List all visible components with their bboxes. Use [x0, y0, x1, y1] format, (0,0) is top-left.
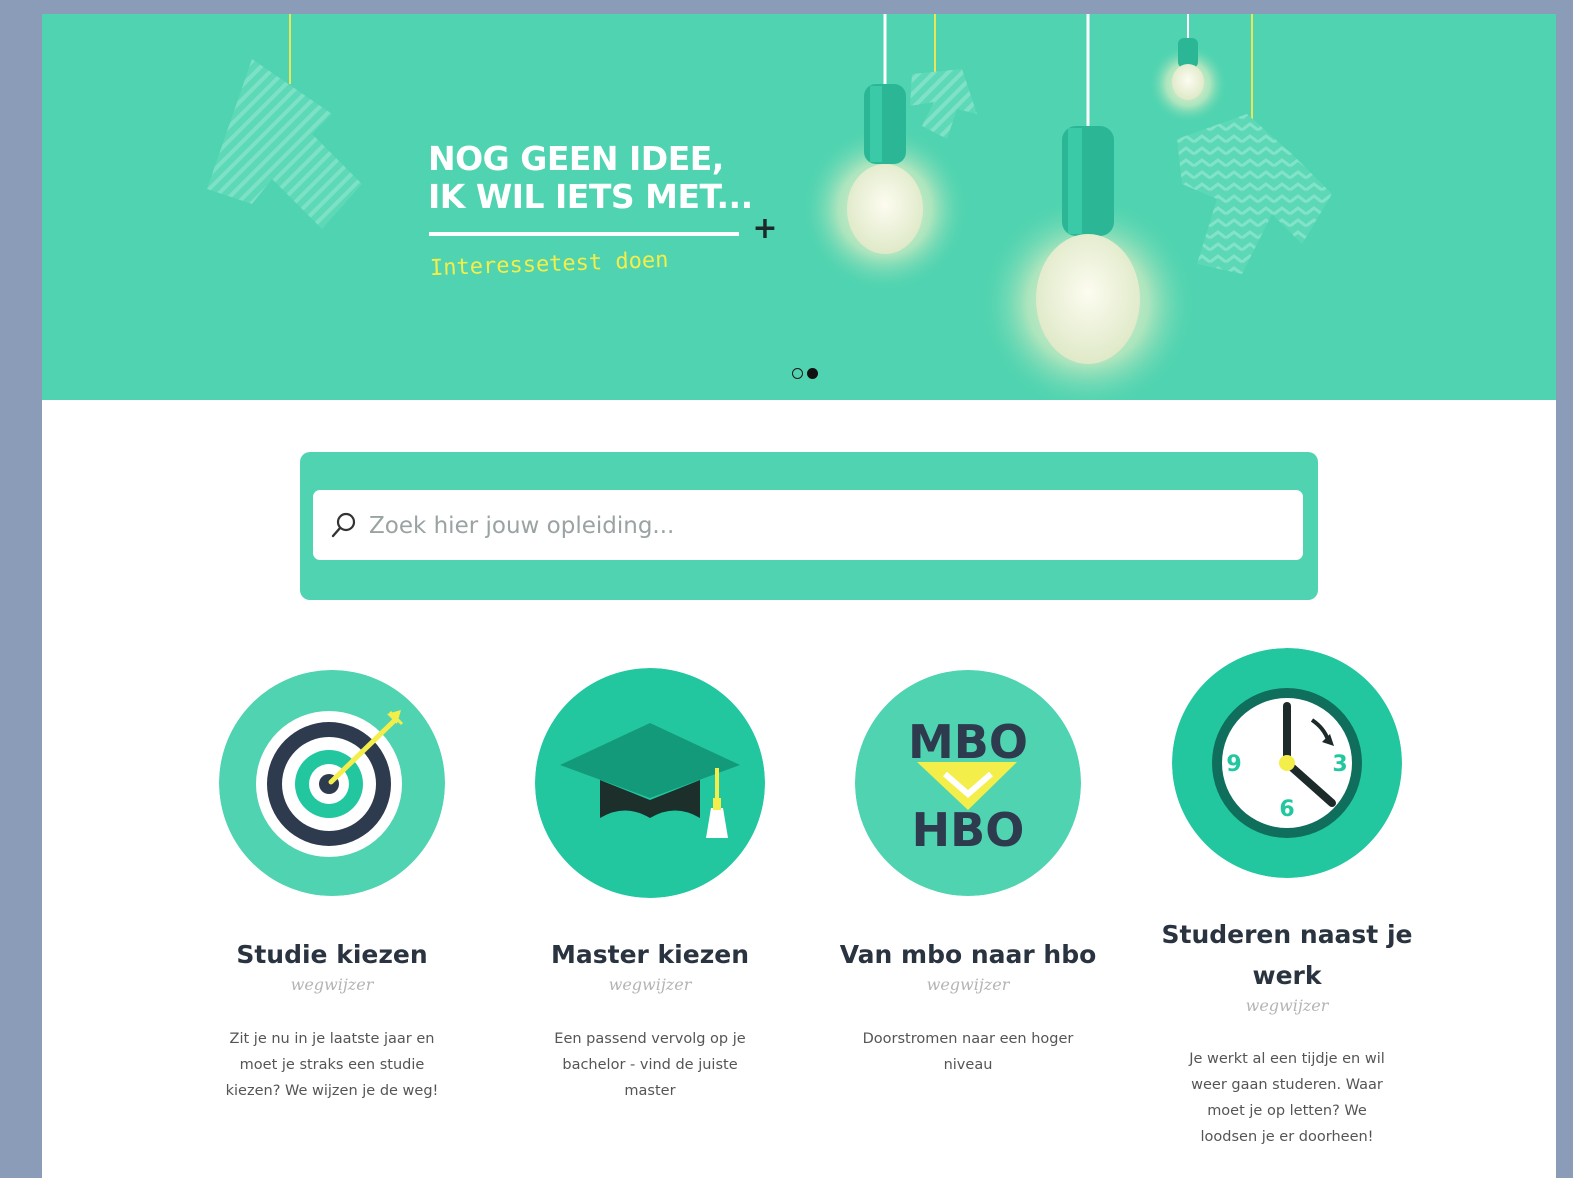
card-subtitle: wegwijzer — [290, 975, 374, 994]
hero-decoration — [207, 14, 1332, 400]
card-description: Doorstromen naar een hoger niveau — [862, 1031, 1074, 1073]
carousel-dot-1[interactable] — [792, 368, 803, 379]
hero-headline-line2: IK WIL IETS MET... — [428, 177, 753, 216]
mbo-label: MBO — [908, 715, 1028, 769]
card-title[interactable]: Van mbo naar hbo — [818, 934, 1118, 975]
card-title-line1: Studeren naast je — [1161, 920, 1413, 949]
search-box[interactable] — [313, 490, 1303, 562]
card-description: Een passend vervolg op je bachelor - vin… — [554, 1031, 746, 1099]
card-title-line2: werk — [1252, 961, 1322, 990]
clock-label-9: 9 — [1226, 752, 1241, 777]
card-subtitle: wegwijzer — [926, 975, 1010, 994]
target-icon[interactable] — [219, 670, 445, 896]
card-title[interactable]: Studeren naast je werk — [1137, 914, 1437, 996]
page: NOG GEEN IDEE, IK WIL IETS MET... + Inte… — [42, 14, 1556, 1178]
card-subtitle: wegwijzer — [1245, 996, 1329, 1015]
search-panel — [300, 452, 1318, 600]
card-title[interactable]: Studie kiezen — [182, 934, 482, 975]
card-description: Zit je nu in je laatste jaar en moet je … — [225, 1031, 439, 1099]
hbo-label: HBO — [912, 803, 1025, 857]
mbo-hbo-icon[interactable]: MBO HBO — [855, 670, 1081, 896]
search-icon — [331, 512, 356, 538]
card-description: Je werkt al een tijdje en wil weer gaan … — [1189, 1051, 1385, 1145]
left-arrow-decoration-icon — [207, 59, 362, 229]
hero-banner[interactable]: NOG GEEN IDEE, IK WIL IETS MET... + Inte… — [42, 14, 1556, 400]
card-subtitle: wegwijzer — [608, 975, 692, 994]
clock-label-6: 6 — [1279, 797, 1294, 822]
carousel-dots — [792, 368, 818, 379]
hero-headline-line1: NOG GEEN IDEE, — [428, 139, 724, 178]
graduation-cap-icon[interactable] — [535, 668, 765, 898]
search-input[interactable] — [367, 490, 1291, 562]
clock-label-3: 3 — [1332, 752, 1347, 777]
clock-icon[interactable]: 9 3 6 — [1172, 648, 1402, 878]
card-title[interactable]: Master kiezen — [500, 934, 800, 975]
hero-divider — [429, 232, 739, 236]
plus-icon[interactable]: + — [750, 214, 780, 244]
hero-headline: NOG GEEN IDEE, IK WIL IETS MET... — [428, 140, 753, 216]
carousel-dot-2[interactable] — [807, 368, 818, 379]
